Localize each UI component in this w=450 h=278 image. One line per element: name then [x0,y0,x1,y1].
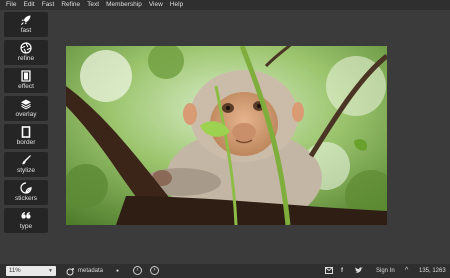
monkey-photo [66,46,387,225]
rocket-icon [21,15,31,25]
tool-effect[interactable]: effect [4,68,48,93]
tool-refine[interactable]: refine [4,40,48,65]
tool-type[interactable]: type [4,208,48,233]
sticker-icon [20,182,32,194]
sign-in-link[interactable]: Sign In [376,266,395,276]
border-frame-icon [21,126,31,138]
menu-refine[interactable]: Refine [61,0,80,10]
menu-view[interactable]: View [149,0,163,10]
metadata-link[interactable]: metadata [78,266,103,276]
quote-icon [21,212,31,219]
menu-text[interactable]: Text [87,0,99,10]
menu-help[interactable]: Help [170,0,183,10]
layers-icon [21,99,31,110]
tool-label: fast [20,27,32,34]
tool-label: stylize [16,167,36,174]
tool-overlay[interactable]: overlay [4,96,48,121]
tool-label: overlay [15,111,37,118]
tool-border[interactable]: border [4,124,48,149]
tool-label: stickers [14,195,38,202]
rotate-left-icon[interactable]: ‹ [133,266,142,275]
tool-stickers[interactable]: stickers [4,180,48,205]
menu-bar: File Edit Fast Refine Text Membership Vi… [0,0,450,10]
tool-label: effect [18,83,34,90]
facebook-icon[interactable]: f [341,266,343,276]
tool-label: border [16,139,36,146]
zoom-select[interactable]: 11% ▼ [6,266,56,276]
brush-icon [22,155,31,165]
twitter-icon[interactable] [355,266,363,274]
aperture-icon [20,42,32,54]
film-icon [21,70,31,82]
status-bar: 11% ▼ metadata ● ‹ › f Sign In ^ 135, 12… [0,264,450,278]
zoom-value: 11% [9,268,21,274]
dot-icon: ● [116,268,120,274]
mail-icon[interactable] [325,266,333,274]
tool-fast[interactable]: fast [4,12,48,37]
tool-label: refine [17,55,35,62]
caret-down-icon: ▼ [48,268,53,274]
tool-stylize[interactable]: stylize [4,152,48,177]
cursor-coords: 135, 1263 [419,268,446,274]
menu-edit[interactable]: Edit [23,0,34,10]
tool-sidebar: fast refine effect overlay border styliz… [4,12,48,238]
rotate-right-icon[interactable]: › [150,266,159,275]
photo-canvas[interactable] [66,46,387,225]
info-icon[interactable] [66,266,75,276]
menu-fast[interactable]: Fast [42,0,55,10]
chevron-up-icon[interactable]: ^ [405,266,408,276]
tool-label: type [19,223,33,230]
menu-file[interactable]: File [6,0,16,10]
menu-membership[interactable]: Membership [106,0,142,10]
